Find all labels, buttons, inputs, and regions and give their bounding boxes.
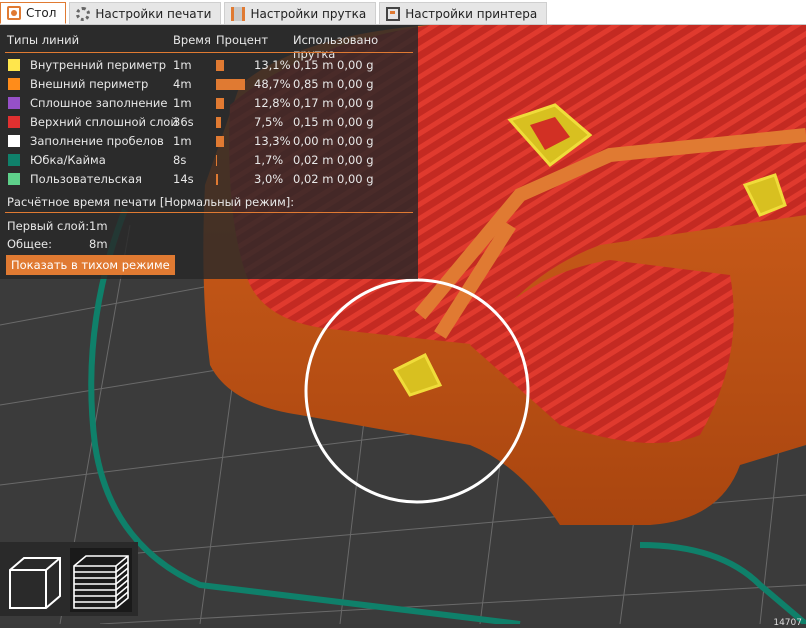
first-layer-info: Первый слой: 1m [7, 219, 108, 233]
header-time: Время [173, 33, 211, 47]
legend-row: Внешний периметр 4m 48,7% 0,85 m 0,00 g [0, 75, 418, 94]
color-swatch [8, 116, 20, 128]
spool-icon [231, 6, 246, 21]
view-layers-button[interactable] [70, 548, 132, 612]
line-type-grams: 0,00 g [337, 153, 374, 167]
color-swatch [8, 59, 20, 71]
legend-row: Пользовательская 14s 3,0% 0,02 m 0,00 g [0, 170, 418, 189]
tab-plater[interactable]: Стол [0, 2, 67, 24]
line-type-time: 36s [173, 115, 194, 129]
percent-bar [216, 174, 218, 185]
line-type-name: Заполнение пробелов [30, 134, 164, 148]
line-type-meters: 0,17 m [293, 96, 334, 110]
estimate-divider [5, 212, 413, 213]
tab-filament-settings[interactable]: Настройки прутка [224, 2, 377, 24]
line-type-meters: 0,85 m [293, 77, 334, 91]
line-type-percent: 1,7% [254, 153, 284, 167]
line-type-meters: 0,02 m [293, 172, 334, 186]
color-swatch [8, 78, 20, 90]
legend-row: Заполнение пробелов 1m 13,3% 0,00 m 0,00 g [0, 132, 418, 151]
total-value: 8m [89, 237, 108, 251]
line-type-percent: 12,8% [254, 96, 291, 110]
line-type-grams: 0,00 g [337, 58, 374, 72]
legend-row: Верхний сплошной слой 36s 7,5% 0,15 m 0,00 g [0, 113, 418, 132]
tab-bar: Стол Настройки печати Настройки прутка Н… [0, 0, 806, 25]
bed-icon [7, 6, 21, 20]
line-type-meters: 0,15 m [293, 58, 334, 72]
header-percent: Процент [216, 33, 269, 47]
line-type-percent: 7,5% [254, 115, 284, 129]
show-silent-mode-button[interactable]: Показать в тихом режиме [6, 255, 175, 275]
layers-view-icon [73, 555, 129, 609]
total-label: Общее: [7, 237, 53, 251]
tab-printer-settings[interactable]: Настройки принтера [379, 2, 548, 24]
color-swatch [8, 97, 20, 109]
line-type-percent: 3,0% [254, 172, 284, 186]
line-type-name: Сплошное заполнение [30, 96, 168, 110]
estimate-title: Расчётное время печати [Нормальный режим… [7, 195, 295, 209]
line-type-grams: 0,00 g [337, 172, 374, 186]
line-type-percent: 48,7% [254, 77, 291, 91]
header-divider [5, 52, 413, 53]
percent-bar [216, 136, 224, 147]
color-swatch [8, 135, 20, 147]
total-info: Общее: 8m [7, 237, 108, 251]
line-type-time: 1m [173, 96, 192, 110]
line-type-grams: 0,00 g [337, 96, 374, 110]
line-type-name: Пользовательская [30, 172, 142, 186]
first-layer-value: 1m [89, 219, 108, 233]
percent-bar [216, 155, 217, 166]
tab-print-settings[interactable]: Настройки печати [69, 2, 222, 24]
line-type-name: Внутренний периметр [30, 58, 167, 72]
line-type-grams: 0,00 g [337, 115, 374, 129]
view-3d-button[interactable] [4, 548, 66, 612]
line-type-name: Верхний сплошной слой [30, 115, 178, 129]
corner-counter: 14707 [773, 618, 802, 628]
gear-icon [76, 6, 91, 21]
line-type-time: 4m [173, 77, 192, 91]
line-type-percent: 13,1% [254, 58, 291, 72]
line-type-time: 1m [173, 58, 192, 72]
line-type-meters: 0,02 m [293, 153, 334, 167]
percent-bar [216, 79, 245, 90]
tab-print-settings-label: Настройки печати [95, 6, 212, 21]
line-type-meters: 0,15 m [293, 115, 334, 129]
legend-panel: Типы линий Время Процент Использовано пр… [0, 25, 418, 279]
legend-row: Внутренний периметр 1m 13,1% 0,15 m 0,00 g [0, 56, 418, 75]
line-type-time: 8s [173, 153, 187, 167]
tab-printer-settings-label: Настройки принтера [405, 6, 538, 21]
iso-cube-icon [9, 557, 61, 609]
line-type-name: Юбка/Кайма [30, 153, 106, 167]
color-swatch [8, 173, 20, 185]
line-type-grams: 0,00 g [337, 77, 374, 91]
line-type-percent: 13,3% [254, 134, 291, 148]
line-type-grams: 0,00 g [337, 134, 374, 148]
tab-filament-settings-label: Настройки прутка [250, 6, 367, 21]
legend-row: Сплошное заполнение 1m 12,8% 0,17 m 0,00 g [0, 94, 418, 113]
view-toolbar [0, 542, 138, 616]
line-type-name: Внешний периметр [30, 77, 149, 91]
legend-row: Юбка/Кайма 8s 1,7% 0,02 m 0,00 g [0, 151, 418, 170]
line-type-time: 1m [173, 134, 192, 148]
percent-bar [216, 117, 221, 128]
printer-icon [386, 6, 401, 21]
line-type-meters: 0,00 m [293, 134, 334, 148]
percent-bar [216, 60, 224, 71]
first-layer-label: Первый слой: [7, 219, 90, 233]
line-type-time: 14s [173, 172, 194, 186]
legend-header: Типы линий Время Процент Использовано пр… [0, 33, 418, 61]
header-line-types: Типы линий [7, 33, 80, 47]
color-swatch [8, 154, 20, 166]
percent-bar [216, 98, 224, 109]
tab-plater-label: Стол [26, 6, 57, 20]
